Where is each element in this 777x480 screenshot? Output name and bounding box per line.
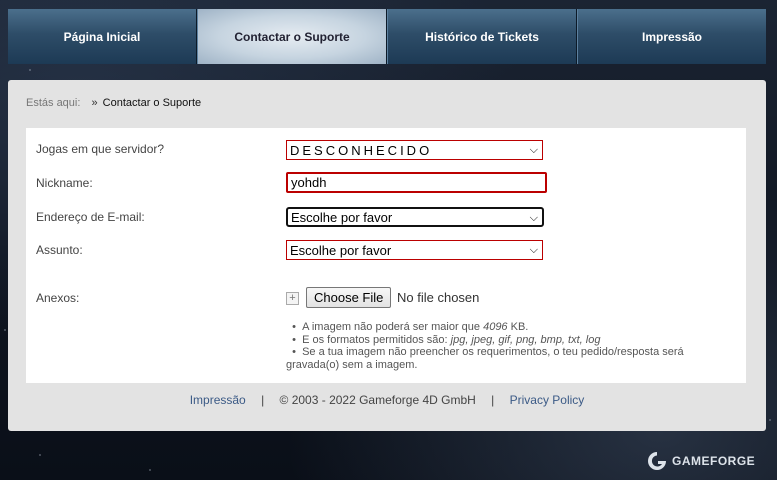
note-formats: • E os formatos permitidos são: jpg, jpe…: [286, 333, 601, 346]
choose-file-button[interactable]: Choose File: [306, 287, 392, 308]
footer-divider: |: [491, 393, 495, 407]
chevron-down-icon: ⌵: [529, 244, 538, 256]
tab-ticket-history[interactable]: Histórico de Tickets: [387, 9, 577, 64]
nickname-value: yohdh: [291, 175, 327, 190]
top-nav: Página Inicial Contactar o Suporte Histó…: [8, 9, 766, 64]
footer-copyright: © 2003 - 2022 Gameforge 4D GmbH: [279, 393, 476, 407]
footer-divider: |: [261, 393, 265, 407]
subject-label: Assunto:: [36, 243, 83, 257]
email-select-value: Escolhe por favor: [291, 209, 393, 225]
attachments-label: Anexos:: [36, 291, 80, 305]
breadcrumb-prefix: Estás aqui:: [26, 97, 81, 109]
server-select-value: DESCONHECIDO: [290, 142, 433, 158]
subject-select[interactable]: Escolhe por favor ⌵: [286, 240, 543, 260]
nickname-input[interactable]: yohdh: [286, 172, 547, 193]
add-attachment-icon[interactable]: +: [286, 292, 299, 305]
footer: Impressão | © 2003 - 2022 Gameforge 4D G…: [8, 393, 766, 407]
gameforge-logo: GAMEFORGE: [645, 450, 755, 472]
content-panel: Estás aqui: » Contactar o Suporte Jogas …: [8, 80, 766, 431]
nickname-label: Nickname:: [36, 176, 93, 190]
breadcrumb-current: Contactar o Suporte: [102, 97, 202, 109]
tab-home[interactable]: Página Inicial: [8, 9, 197, 64]
server-label: Jogas em que servidor?: [36, 142, 165, 156]
gameforge-logo-text: GAMEFORGE: [672, 454, 756, 468]
breadcrumb: Estás aqui: » Contactar o Suporte: [26, 97, 201, 109]
breadcrumb-separator: »: [91, 97, 98, 109]
file-status: No file chosen: [397, 290, 480, 305]
chevron-down-icon: ⌵: [529, 144, 538, 156]
note-size: • A imagem não poderá ser maior que 4096…: [286, 321, 529, 333]
footer-imprint-link[interactable]: Impressão: [190, 393, 246, 407]
tab-contact-support[interactable]: Contactar o Suporte: [197, 9, 387, 64]
chevron-down-icon: ⌵: [529, 212, 538, 224]
gameforge-logo-icon: [648, 452, 666, 470]
email-label: Endereço de E-mail:: [36, 210, 145, 224]
server-select[interactable]: DESCONHECIDO ⌵: [286, 140, 543, 160]
email-select[interactable]: Escolhe por favor ⌵: [286, 207, 544, 227]
note-requirements: • Se a tua imagem não preencher os reque…: [286, 346, 684, 371]
tab-imprint[interactable]: Impressão: [577, 9, 766, 64]
subject-select-value: Escolhe por favor: [290, 242, 392, 258]
attachment-notes: • A imagem não poderá ser maior que 4096…: [286, 321, 736, 371]
footer-privacy-link[interactable]: Privacy Policy: [510, 393, 585, 407]
support-form: Jogas em que servidor? DESCONHECIDO ⌵ Ni…: [26, 128, 746, 383]
